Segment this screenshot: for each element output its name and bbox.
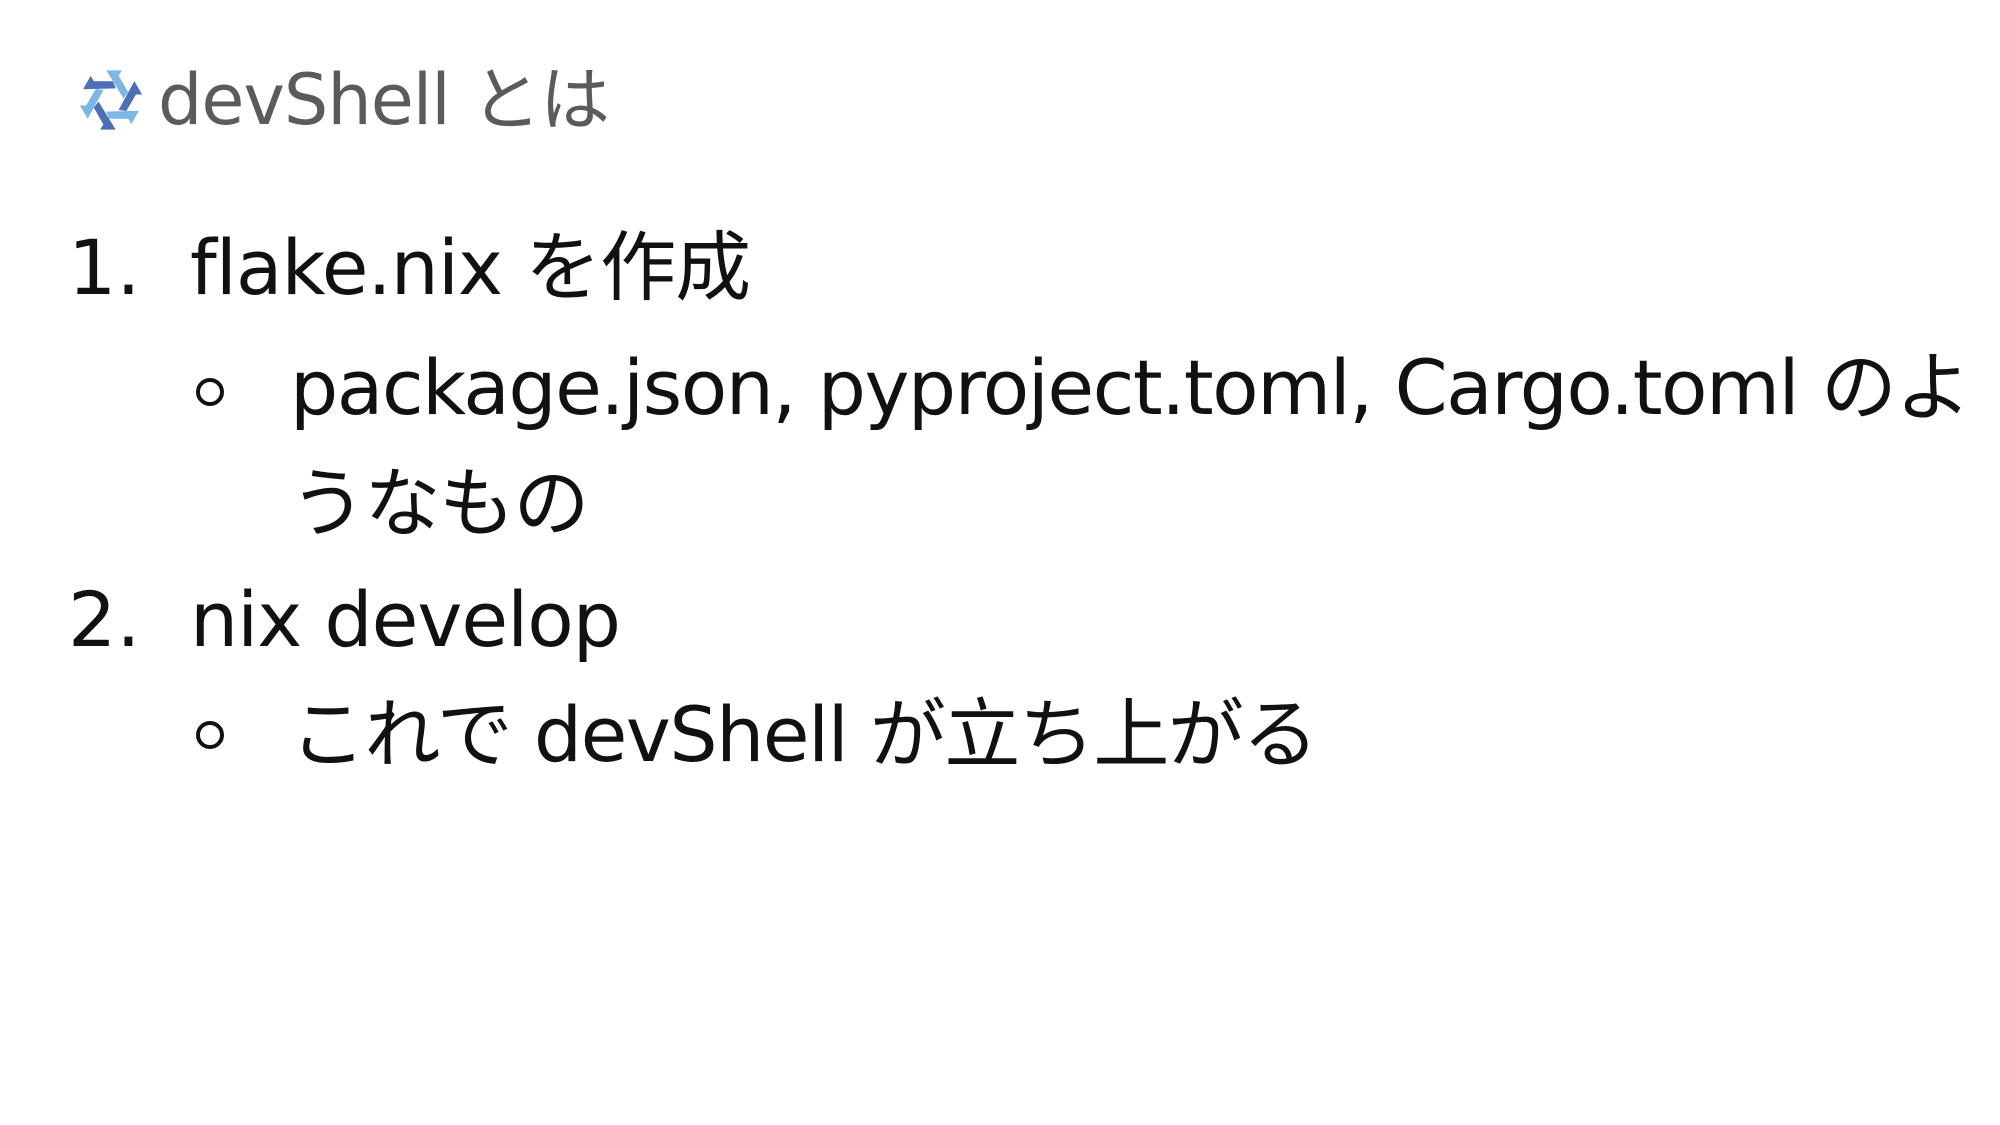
slide: devShell とは 1. flake.nix を作成 package.jso…: [0, 0, 2000, 1125]
sub-item-text: package.json, pyproject.toml, Cargo.toml…: [290, 343, 1971, 548]
list-item-number: 2.: [68, 575, 141, 664]
list-item-number: 1.: [68, 223, 141, 312]
nix-snowflake-icon: [79, 70, 143, 130]
list-item-text: flake.nix を作成: [190, 223, 751, 312]
sub-bullet-circle: [196, 721, 224, 749]
slide-header: devShell とは: [72, 52, 610, 148]
list-item-text: nix develop: [190, 575, 621, 664]
sub-item-text: これで devShell が立ち上がる: [290, 690, 1318, 779]
sub-bullet-circle: [196, 378, 224, 406]
slide-title: devShell とは: [158, 59, 610, 141]
